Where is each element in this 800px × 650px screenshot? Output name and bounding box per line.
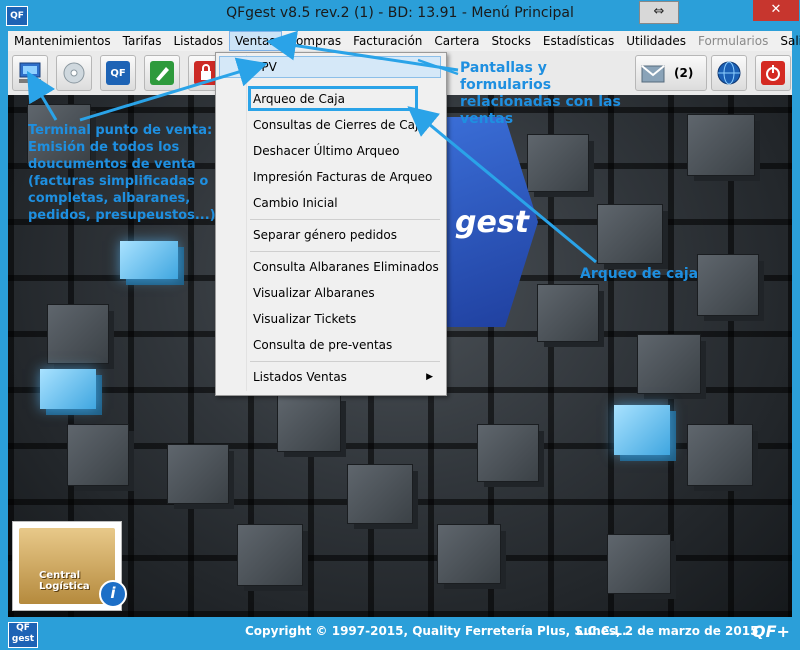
bg-cube <box>638 335 700 393</box>
bg-cube <box>68 425 128 485</box>
menu-item-impresion-facturas[interactable]: Impresión Facturas de Arqueo <box>219 166 441 188</box>
annotation-pantallas: Pantallas y formularios relacionadas con… <box>460 60 621 127</box>
pen-icon <box>150 61 174 85</box>
bg-cube <box>698 255 758 315</box>
messages-icon <box>641 65 665 83</box>
menu-item-listados-ventas[interactable]: Listados Ventas ▶ <box>219 366 441 388</box>
menu-item-visualizar-albaranes[interactable]: Visualizar Albaranes <box>219 282 441 304</box>
bg-cube <box>48 305 108 363</box>
menu-stocks[interactable]: Stocks <box>485 31 536 51</box>
title-bar: QF QFgest v8.5 rev.2 (1) - BD: 13.91 - M… <box>0 0 800 31</box>
menu-bar: Mantenimientos Tarifas Listados Ventas C… <box>8 31 800 51</box>
status-logo-icon: QF gest <box>8 622 38 648</box>
brand-text: gest <box>455 205 530 240</box>
copyright-text: Copyright © 1997-2015, Quality Ferreterí… <box>245 624 627 638</box>
menu-compras[interactable]: Compras <box>282 31 348 51</box>
menu-item-deshacer-arqueo[interactable]: Deshacer Último Arqueo <box>219 140 441 162</box>
menu-ventas[interactable]: Ventas <box>229 31 282 51</box>
globe-icon <box>717 61 741 85</box>
menu-separator <box>250 251 440 252</box>
menu-item-consultas-cierres[interactable]: Consultas de Cierres de Caja <box>219 114 441 136</box>
bg-cube <box>348 465 412 523</box>
menu-facturacion[interactable]: Facturación <box>347 31 428 51</box>
bg-cube <box>528 135 588 191</box>
bg-cube <box>608 535 670 593</box>
messages-button[interactable]: (2) <box>635 55 707 91</box>
bg-cube-highlight <box>40 369 96 409</box>
menu-mantenimientos[interactable]: Mantenimientos <box>8 31 117 51</box>
bg-cube <box>538 285 598 341</box>
bg-cube <box>688 425 752 485</box>
menu-item-pre-ventas[interactable]: Consulta de pre-ventas <box>219 334 441 356</box>
menu-item-separar-genero[interactable]: Separar género pedidos <box>219 224 441 246</box>
menu-item-label: Listados Ventas <box>253 370 347 384</box>
globe-button[interactable] <box>711 55 747 91</box>
menu-salir[interactable]: Salir <box>774 31 800 51</box>
annotation-terminal: Terminal punto de venta: Emisión de todo… <box>28 123 216 223</box>
menu-formularios[interactable]: Formularios <box>692 31 774 51</box>
submenu-arrow-icon: ▶ <box>426 372 433 382</box>
menu-estadisticas[interactable]: Estadísticas <box>537 31 620 51</box>
menu-item-albaranes-eliminados[interactable]: Consulta Albaranes Eliminados <box>219 256 441 278</box>
svg-text:QF: QF <box>110 68 125 79</box>
bg-cube <box>688 115 754 175</box>
terminal-button[interactable] <box>12 55 48 91</box>
date-text: Lunes, 2 de marzo de 2015 <box>576 624 759 638</box>
bg-cube-highlight <box>120 241 178 279</box>
info-qfgest-icon: QF <box>106 61 130 85</box>
pen-button[interactable] <box>144 55 180 91</box>
disk-icon <box>63 62 85 84</box>
bg-cube <box>238 525 302 585</box>
qf-plus-logo: QF+ <box>752 622 790 641</box>
annotation-highlight-box <box>248 86 418 111</box>
restore-button[interactable]: ⇔ <box>639 1 679 24</box>
app-window: QF QFgest v8.5 rev.2 (1) - BD: 13.91 - M… <box>0 0 800 650</box>
bg-cube <box>278 395 340 451</box>
bg-cube <box>478 425 538 481</box>
info-icon: i <box>99 580 127 608</box>
bg-cube <box>598 205 662 263</box>
annotation-arqueo: Arqueo de caja <box>580 266 699 282</box>
menu-listados[interactable]: Listados <box>167 31 229 51</box>
status-bar: QF gest Copyright © 1997-2015, Quality Fe… <box>0 617 800 650</box>
power-button[interactable] <box>755 55 791 91</box>
menu-tarifas[interactable]: Tarifas <box>117 31 168 51</box>
bg-cube-highlight <box>614 405 670 455</box>
menu-utilidades[interactable]: Utilidades <box>620 31 692 51</box>
terminal-icon <box>19 62 41 83</box>
messages-count: (2) <box>674 66 694 80</box>
close-button[interactable]: ✕ <box>753 0 799 21</box>
central-logistica-logo[interactable]: Central Logística i <box>12 521 127 611</box>
logo-label: Central Logística <box>39 570 90 592</box>
menu-separator <box>250 361 440 362</box>
info-qfgest-button[interactable]: QF <box>100 55 136 91</box>
menu-item-tpv[interactable]: TPV <box>219 56 441 78</box>
bg-cube <box>168 445 228 503</box>
menu-item-visualizar-tickets[interactable]: Visualizar Tickets <box>219 308 441 330</box>
menu-cartera[interactable]: Cartera <box>428 31 485 51</box>
window-title: QFgest v8.5 rev.2 (1) - BD: 13.91 - Menú… <box>226 5 574 21</box>
menu-separator <box>250 219 440 220</box>
disk-button[interactable] <box>56 55 92 91</box>
power-icon <box>761 61 785 85</box>
bg-cube <box>438 525 500 583</box>
menu-item-cambio-inicial[interactable]: Cambio Inicial <box>219 192 441 214</box>
